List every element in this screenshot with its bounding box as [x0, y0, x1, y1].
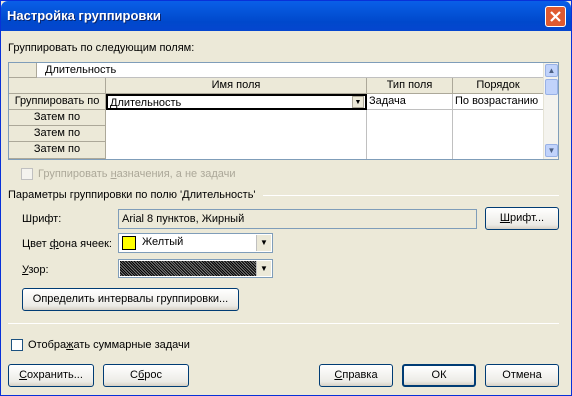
chevron-down-icon[interactable]: ▼ — [352, 96, 364, 108]
scroll-thumb[interactable] — [545, 79, 558, 95]
group-assignments-label-post: азначения, а не задачи — [116, 168, 236, 180]
help-label: правка — [342, 369, 378, 381]
define-intervals-button[interactable]: Определить интервалы группировки... — [22, 288, 239, 311]
show-summary-checkbox[interactable] — [11, 339, 23, 351]
font-button-accel: Ш — [499, 212, 511, 224]
reset-button[interactable]: Сброс — [103, 364, 189, 387]
chevron-down-icon[interactable]: ▼ — [256, 235, 271, 251]
col-header-field-name[interactable]: Имя поля — [106, 78, 367, 94]
font-display: Arial 8 пунктов, Жирный — [118, 209, 477, 229]
field-type-cells-empty[interactable] — [367, 110, 453, 159]
group-assignments-label-pre: Группировать — [38, 168, 111, 180]
group-assignments-label: Группировать назначения, а не задачи — [38, 168, 236, 180]
cell-bg-select[interactable]: Желтый ▼ — [118, 233, 273, 253]
params-title: Параметры группировки по полю 'Длительно… — [8, 189, 256, 201]
save-label: охранить... — [27, 369, 83, 381]
row-header-then-by-3[interactable]: Затем по — [9, 142, 106, 159]
field-type-cell[interactable]: Задача — [367, 94, 453, 110]
reset-label-post: рос — [144, 369, 162, 381]
scroll-down-icon[interactable]: ▼ — [545, 144, 558, 157]
field-name-select[interactable]: Длительность ▼ — [106, 94, 367, 110]
show-summary-label-pre: Отобра — [28, 339, 67, 351]
cell-bg-label-accel: ф — [49, 238, 59, 250]
grid-scrollbar[interactable]: ▲ ▼ — [543, 63, 558, 159]
pattern-label-rest: зор: — [28, 264, 49, 276]
show-summary-label: Отображать суммарные задачи — [28, 339, 190, 351]
cell-bg-label: Цвет фона ячеек: — [22, 238, 112, 250]
group-settings-dialog: Настройка группировки Группировать по сл… — [0, 0, 572, 396]
font-button-label: рифт... — [510, 212, 545, 224]
ok-button[interactable]: ОК — [402, 364, 476, 387]
row-header-group-by[interactable]: Группировать по — [9, 94, 106, 110]
field-name-value: Длительность — [110, 97, 182, 109]
font-button[interactable]: Шрифт... — [485, 207, 559, 230]
order-cells-empty[interactable] — [453, 110, 544, 159]
params-divider — [263, 195, 559, 196]
font-label: Шрифт: — [22, 213, 62, 225]
save-accel: С — [19, 369, 28, 381]
chevron-down-icon[interactable]: ▼ — [256, 261, 271, 276]
group-fields-label: Группировать по следующим полям: — [8, 42, 195, 54]
close-icon — [550, 11, 561, 22]
order-cell[interactable]: По возрастанию — [453, 94, 544, 110]
cell-bg-label-pre: Цвет — [22, 238, 50, 250]
cell-bg-value: Желтый — [142, 236, 184, 248]
col-header-order[interactable]: Порядок — [453, 78, 544, 94]
window-title: Настройка группировки — [7, 8, 161, 23]
col-header-field-type[interactable]: Тип поля — [367, 78, 453, 94]
grid-header-corner — [9, 78, 106, 94]
group-fields-grid: Длительность Имя поля Тип поля Порядок Г… — [8, 62, 559, 160]
field-name-cells-empty[interactable] — [106, 110, 367, 159]
grid-corner — [9, 63, 37, 78]
help-button[interactable]: Справка — [319, 364, 393, 387]
show-summary-label-post: ать суммарные задачи — [73, 339, 190, 351]
pattern-select[interactable]: ▼ — [118, 259, 273, 278]
pattern-swatch — [120, 261, 256, 276]
pattern-label: Узор: — [22, 264, 49, 276]
scroll-up-icon[interactable]: ▲ — [545, 64, 558, 77]
reset-label-pre: С — [129, 369, 138, 381]
color-swatch — [122, 236, 136, 250]
title-bar: Настройка группировки — [1, 1, 571, 31]
row-header-then-by-2[interactable]: Затем по — [9, 126, 106, 142]
bottom-divider — [8, 323, 559, 324]
cancel-button[interactable]: Отмена — [485, 364, 559, 387]
row-header-then-by-1[interactable]: Затем по — [9, 110, 106, 126]
top-edit-cell[interactable]: Длительность — [37, 63, 544, 78]
save-button[interactable]: Сохранить... — [8, 364, 94, 387]
cell-bg-label-post: она ячеек: — [58, 238, 112, 250]
close-button[interactable] — [545, 6, 566, 27]
group-assignments-checkbox[interactable] — [21, 168, 33, 180]
